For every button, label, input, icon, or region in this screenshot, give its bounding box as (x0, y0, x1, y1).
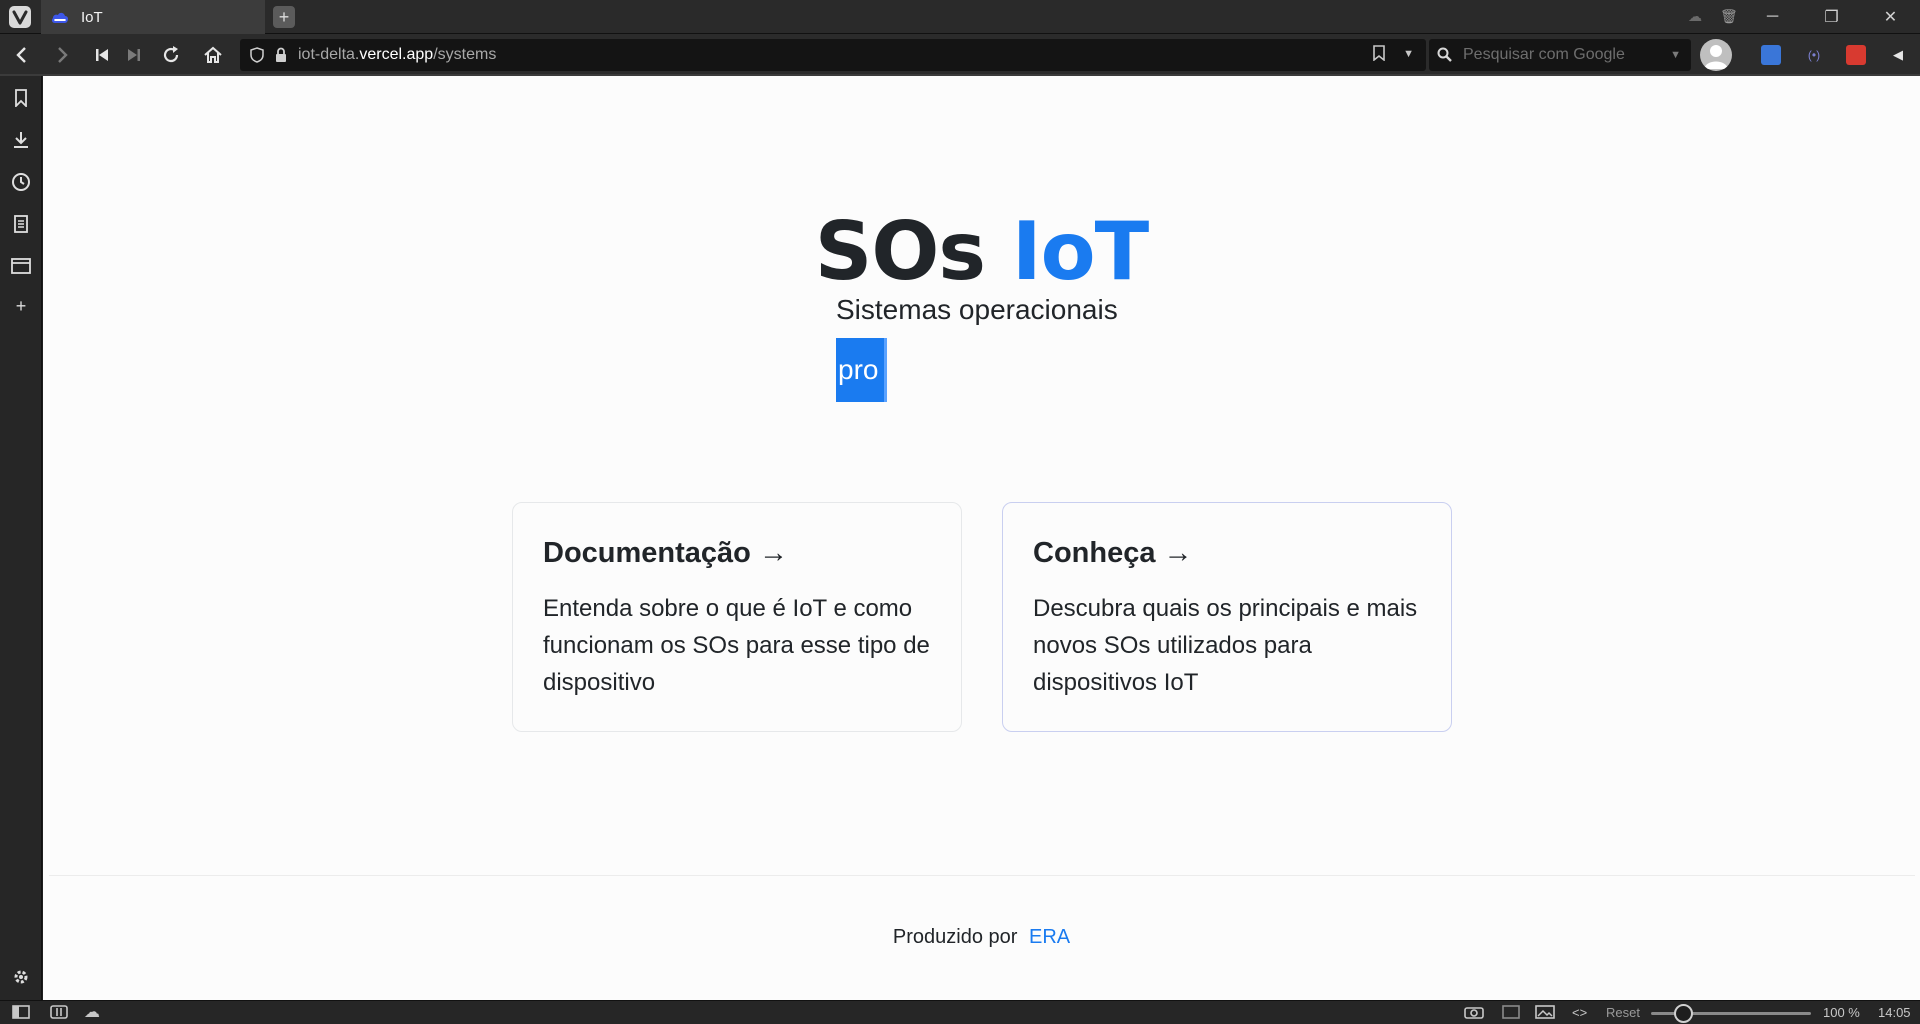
home-icon[interactable] (201, 44, 225, 66)
footer-divider (49, 875, 1915, 876)
zoom-level: 100 % (1823, 1005, 1860, 1020)
footer: Produzido por ERA (43, 926, 1920, 949)
navigation-bar: iot-delta.vercel.app/systems ▼ Pesquisar… (0, 34, 1920, 76)
footer-text: Produzido por (892, 926, 1018, 948)
card-text: Descubra quais os principais e mais novo… (1033, 595, 1418, 696)
tiling-icon[interactable] (50, 1005, 68, 1022)
url-host: vercel.app (359, 46, 434, 63)
footer-link[interactable]: ERA (1029, 926, 1070, 948)
add-panel-icon[interactable]: + (9, 294, 33, 318)
trash-icon[interactable]: 🗑 (1720, 8, 1738, 25)
search-bar[interactable]: Pesquisar com Google ▼ (1429, 39, 1691, 71)
zoom-reset-button[interactable]: Reset (1606, 1005, 1640, 1020)
new-tab-button[interactable]: + (273, 6, 295, 28)
profile-avatar[interactable] (1700, 39, 1732, 71)
typing-text: pro (836, 338, 887, 402)
panel-toggle-icon[interactable] (12, 1005, 30, 1022)
side-panel: + (0, 76, 42, 1000)
fast-forward-icon[interactable] (122, 44, 146, 66)
url-prefix: iot-delta. (298, 46, 360, 63)
hero: SOs IoT (43, 204, 1920, 300)
restore-icon[interactable]: ❐ (1802, 0, 1861, 34)
card-explore[interactable]: Conheça → Descubra quais os principais e… (1002, 502, 1452, 732)
search-engine-dropdown-icon[interactable]: ▼ (1670, 49, 1681, 61)
rewind-icon[interactable] (90, 44, 114, 66)
title-accent: IoT (1011, 205, 1149, 298)
panel-toggle-icon[interactable]: ◀ (1888, 45, 1908, 65)
capture-icon[interactable] (1464, 1005, 1484, 1022)
card-documentation[interactable]: Documentação → Entenda sobre o que é IoT… (512, 502, 962, 732)
vivaldi-menu-icon[interactable] (9, 6, 31, 28)
status-bar: ☁ <> Reset 100 % 14:05 (0, 1000, 1920, 1024)
shield-icon[interactable] (250, 47, 264, 63)
bookmarks-panel-icon[interactable] (9, 86, 33, 110)
forward-icon[interactable] (51, 44, 75, 66)
clock: 14:05 (1878, 1005, 1911, 1020)
sync-cloud-icon[interactable]: ☁ (84, 1002, 100, 1022)
bookmark-icon[interactable] (1373, 45, 1385, 65)
search-input[interactable]: Pesquisar com Google (1463, 46, 1625, 64)
back-icon[interactable] (9, 44, 33, 66)
page-tiling-icon[interactable] (1502, 1005, 1520, 1022)
page-actions-icon[interactable]: <> (1572, 1005, 1587, 1020)
page-title: SOs IoT (43, 204, 1920, 300)
translate-extension-icon[interactable] (1761, 45, 1781, 65)
images-icon[interactable] (1535, 1005, 1555, 1022)
lock-icon (276, 47, 286, 62)
downloads-panel-icon[interactable] (9, 128, 33, 152)
settings-gear-icon[interactable] (9, 965, 33, 989)
reload-icon[interactable] (159, 44, 183, 66)
tab-strip: IoT + ☁ 🗑 ─ ❐ ✕ (0, 0, 1920, 34)
cloud-sync-icon[interactable]: ☁ (1688, 8, 1702, 25)
address-bar[interactable]: iot-delta.vercel.app/systems ▼ (240, 39, 1426, 71)
chevron-down-icon[interactable]: ▼ (1403, 45, 1414, 65)
notes-panel-icon[interactable] (9, 212, 33, 236)
tab-active[interactable]: IoT (41, 0, 265, 34)
url-text[interactable]: iot-delta.vercel.app/systems (298, 46, 496, 64)
card-title: Documentação → (543, 537, 788, 569)
window-controls: ─ ❐ ✕ (1743, 0, 1920, 34)
card-text: Entenda sobre o que é IoT e como funcion… (543, 595, 930, 696)
tab-title: IoT (81, 8, 103, 26)
url-actions: ▼ (1373, 45, 1414, 65)
page-subtitle: Sistemas operacionais (836, 294, 1118, 325)
cloud-favicon-icon (51, 12, 69, 23)
window-panel-icon[interactable] (9, 254, 33, 278)
broadcast-extension-icon[interactable]: (•) (1804, 45, 1824, 65)
minimize-icon[interactable]: ─ (1743, 0, 1802, 34)
url-path: /systems (433, 46, 497, 63)
card-title: Conheça → (1033, 537, 1193, 569)
zoom-slider-handle[interactable] (1674, 1004, 1693, 1023)
close-icon[interactable]: ✕ (1861, 0, 1920, 34)
title-main: SOs (814, 205, 986, 298)
history-panel-icon[interactable] (9, 170, 33, 194)
browser-window: IoT + ☁ 🗑 ─ ❐ ✕ iot-delta.vercel.app/sys… (0, 0, 1920, 1024)
search-icon (1437, 47, 1452, 62)
red-extension-icon[interactable] (1846, 45, 1866, 65)
web-page: SOs IoT Sistemas operacionais pro Docume… (43, 76, 1920, 1000)
